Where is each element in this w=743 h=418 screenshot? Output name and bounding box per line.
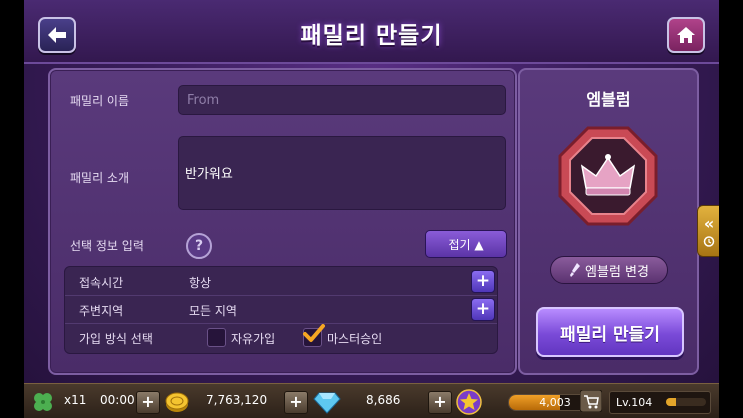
alarm-clock-icon [703, 235, 715, 247]
master-approval-label: 마스터승인 [327, 332, 383, 346]
name-label: 패밀리 이름 [70, 94, 130, 108]
region-label: 주변지역 [79, 304, 124, 318]
game-screen: 패밀리 만들기 패밀리 이름 From 패밀리 소개 반가워요 선택 정보 입력… [24, 0, 719, 418]
diamond-amount: 8,686 [366, 393, 401, 407]
access-time-label: 접속시간 [79, 276, 124, 290]
star-exp-icon [456, 389, 482, 415]
clover-icon [34, 393, 52, 411]
clover-timer: 00:00 [100, 393, 135, 407]
fold-button[interactable]: 접기 ▲ [425, 230, 507, 258]
level-display: Lv.104 [609, 391, 711, 414]
region-value: 모든 지역 [189, 304, 237, 318]
gold-coin-icon [165, 392, 189, 412]
brush-icon [570, 263, 581, 277]
diamond-plus-button[interactable]: + [428, 391, 452, 414]
emblem-title: 엠블럼 [586, 90, 631, 109]
region-row: 주변지역 모든 지역 + [65, 295, 497, 324]
level-progress-bar [666, 398, 706, 406]
double-chevron-left-icon: « [703, 213, 715, 233]
home-button[interactable] [667, 17, 705, 53]
crown-emblem-icon [558, 126, 658, 226]
gold-amount: 7,763,120 [206, 393, 268, 407]
master-approval-checkbox[interactable] [303, 324, 325, 347]
cart-icon[interactable] [580, 390, 602, 412]
family-intro-input[interactable]: 반가워요 [178, 136, 506, 210]
emblem-image[interactable] [558, 126, 658, 226]
clover-count: x11 [64, 393, 87, 407]
family-form-panel: 패밀리 이름 From 패밀리 소개 반가워요 선택 정보 입력 ? 접기 ▲ … [48, 68, 517, 375]
optional-info-table: 접속시간 항상 + 주변지역 모든 지역 + 가입 방식 선택 자유가입 마스터… [64, 266, 498, 354]
gold-plus-button[interactable]: + [284, 391, 308, 414]
family-name-input[interactable]: From [178, 85, 506, 115]
clover-plus-button[interactable]: + [136, 391, 160, 414]
home-icon [677, 27, 695, 43]
intro-label: 패밀리 소개 [70, 171, 130, 185]
access-time-value: 항상 [189, 276, 212, 290]
access-time-plus-button[interactable]: + [471, 270, 495, 293]
free-join-checkbox[interactable] [207, 328, 226, 347]
optional-info-label: 선택 정보 입력 [70, 239, 144, 253]
diamond-icon [313, 392, 341, 414]
level-progress-fill [666, 398, 676, 406]
access-time-row: 접속시간 항상 + [65, 267, 497, 296]
region-plus-button[interactable]: + [471, 298, 495, 321]
join-method-row: 가입 방식 선택 자유가입 마스터승인 [65, 323, 497, 351]
help-icon[interactable]: ? [186, 233, 212, 259]
checkmark-icon [303, 324, 325, 342]
status-bar: x11 00:00 + 7,763,120 + 8,686 + 4,003 Lv… [24, 383, 719, 418]
join-method-label: 가입 방식 선택 [79, 332, 153, 346]
free-join-label: 자유가입 [231, 332, 276, 346]
side-panel-tab[interactable]: « [697, 205, 719, 257]
create-family-button[interactable]: 패밀리 만들기 [536, 307, 684, 357]
emblem-change-button[interactable]: 엠블럼 변경 [550, 256, 668, 284]
emblem-change-label: 엠블럼 변경 [585, 264, 649, 280]
level-label: Lv.104 [616, 396, 653, 409]
emblem-panel: 엠블럼 엠블럼 변경 패밀리 만들기 [518, 68, 699, 375]
page-title: 패밀리 만들기 [300, 23, 443, 49]
top-bar: 패밀리 만들기 [24, 0, 719, 64]
